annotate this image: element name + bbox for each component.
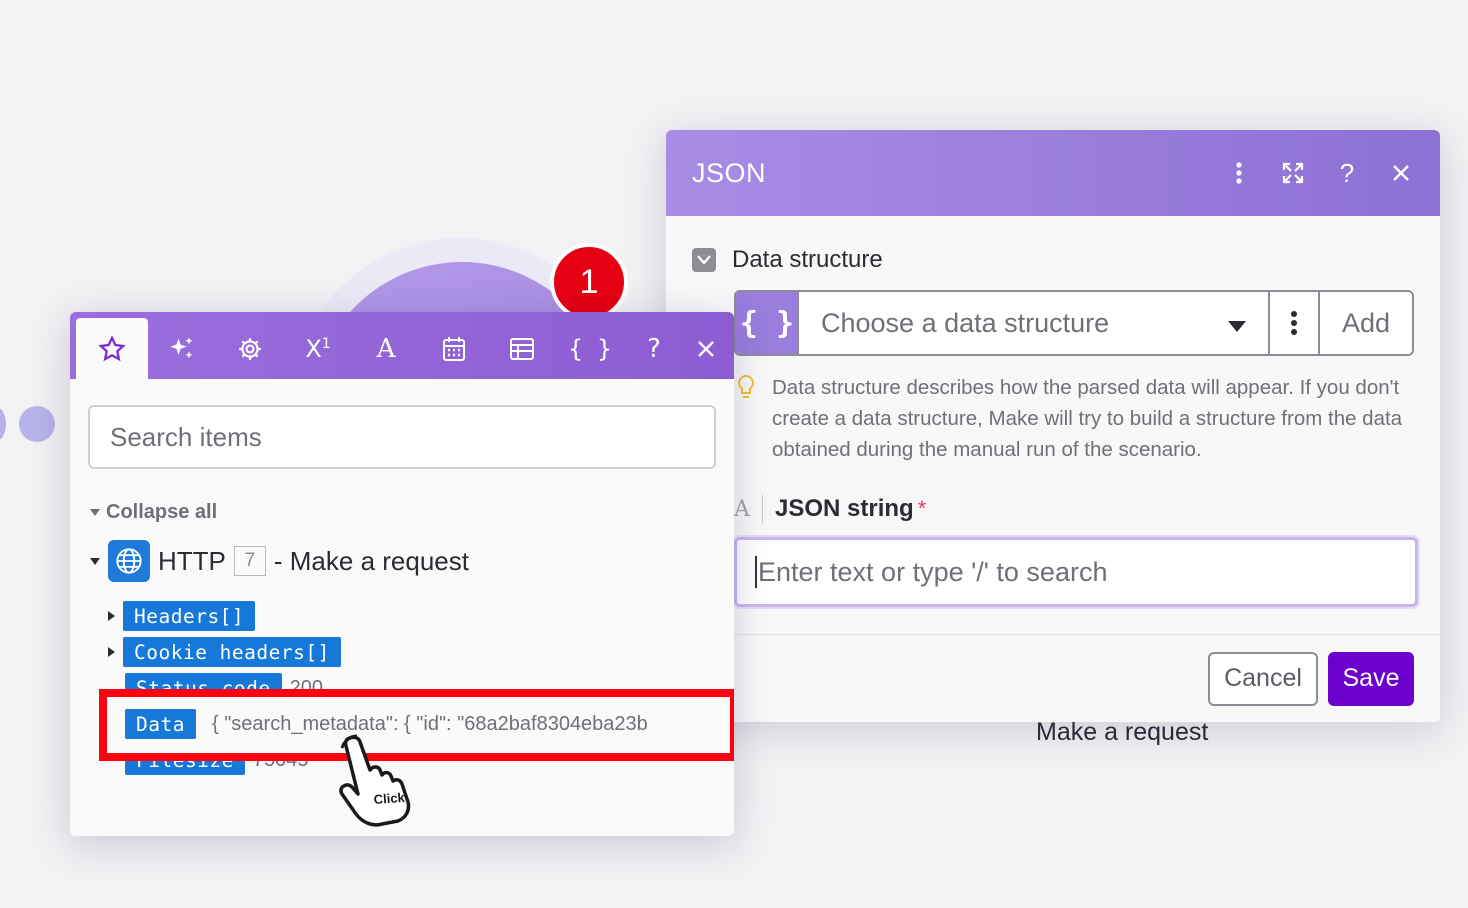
background-module-dot bbox=[0, 407, 6, 441]
close-icon bbox=[698, 340, 714, 357]
json-string-input[interactable]: Enter text or type '/' to search bbox=[734, 537, 1418, 607]
tab-array-functions[interactable] bbox=[488, 318, 556, 379]
list-item[interactable]: Headers[] bbox=[108, 601, 256, 631]
braces-icon: { } bbox=[736, 292, 798, 354]
tab-ai[interactable] bbox=[148, 318, 216, 379]
json-string-placeholder: Enter text or type '/' to search bbox=[758, 556, 1108, 587]
module-tree-header[interactable]: HTTP 7 - Make a request bbox=[90, 540, 734, 582]
globe-icon bbox=[108, 540, 150, 582]
mapping-toolbar: X1 A { } ? bbox=[70, 312, 734, 379]
close-icon[interactable] bbox=[1388, 160, 1414, 186]
collapse-all-button[interactable]: Collapse all bbox=[90, 501, 734, 524]
lightbulb-icon bbox=[736, 372, 758, 465]
json-string-label: JSON string bbox=[775, 495, 914, 522]
module-app-name: HTTP bbox=[158, 545, 226, 576]
collapse-caret-icon bbox=[90, 509, 100, 516]
text-type-icon: A bbox=[734, 496, 750, 522]
background-connector-dot bbox=[19, 406, 55, 442]
item-pill[interactable]: Cookie headers[] bbox=[123, 637, 341, 667]
help-icon: ? bbox=[647, 333, 661, 364]
required-marker: * bbox=[917, 496, 927, 521]
module-label: Make a request bbox=[1036, 718, 1209, 746]
item-pill[interactable]: Data bbox=[125, 709, 196, 739]
dialog-header: JSON ? bbox=[666, 130, 1440, 216]
cancel-button[interactable]: Cancel bbox=[1208, 651, 1318, 706]
expand-caret-icon bbox=[108, 611, 115, 621]
module-number: 7 bbox=[233, 546, 266, 576]
tab-date-functions[interactable] bbox=[420, 318, 488, 379]
dropdown-caret-icon bbox=[1228, 308, 1246, 339]
dialog-title: JSON bbox=[692, 157, 767, 188]
text-caret bbox=[755, 556, 757, 588]
data-structure-control: { } Choose a data structure Add bbox=[734, 290, 1414, 356]
search-items-input[interactable]: Search items bbox=[88, 405, 716, 469]
data-structure-select[interactable]: Choose a data structure bbox=[798, 292, 1268, 354]
expand-caret-icon bbox=[108, 647, 115, 657]
list-item[interactable]: Cookie headers[] bbox=[108, 637, 341, 667]
tab-text-functions[interactable]: A bbox=[352, 318, 420, 379]
add-data-structure-button[interactable]: Add bbox=[1318, 292, 1412, 354]
operation-count-badge: 1 bbox=[550, 243, 628, 321]
star-icon bbox=[98, 334, 126, 361]
text-icon: A bbox=[376, 333, 396, 364]
svg-text:Click: Click bbox=[373, 790, 406, 807]
calendar-icon bbox=[443, 336, 465, 361]
item-pill[interactable]: Headers[] bbox=[123, 601, 256, 631]
json-module-dialog: JSON ? Data structure { } Choose a data … bbox=[666, 130, 1440, 722]
tab-math-functions[interactable]: X1 bbox=[284, 318, 352, 379]
dialog-footer: Cancel Save bbox=[734, 634, 1440, 722]
tab-json-functions[interactable]: { } bbox=[556, 318, 624, 379]
mapping-help-button[interactable]: ? bbox=[630, 318, 678, 379]
gear-icon bbox=[239, 337, 261, 360]
tab-favorites[interactable] bbox=[76, 318, 148, 379]
sparkle-icon bbox=[170, 336, 193, 358]
item-value: { "search_metadata": { "id": "68a2baf830… bbox=[211, 712, 648, 735]
data-structure-hint: Data structure describes how the parsed … bbox=[772, 376, 1403, 461]
tab-general-functions[interactable] bbox=[216, 318, 284, 379]
save-button[interactable]: Save bbox=[1328, 651, 1414, 706]
expand-icon[interactable] bbox=[1280, 160, 1306, 186]
help-icon[interactable]: ? bbox=[1334, 158, 1360, 188]
data-structure-more-button[interactable] bbox=[1268, 292, 1318, 354]
table-icon bbox=[510, 337, 534, 360]
superscript-icon: X1 bbox=[305, 334, 331, 363]
module-description: - Make a request bbox=[273, 545, 469, 576]
more-vertical-icon[interactable] bbox=[1226, 160, 1252, 186]
braces-icon: { } bbox=[568, 334, 612, 363]
mapping-close-button[interactable] bbox=[678, 318, 734, 379]
data-structure-toggle[interactable] bbox=[692, 248, 716, 272]
more-vertical-icon bbox=[1291, 311, 1297, 335]
hand-cursor-icon: Click bbox=[330, 732, 426, 828]
data-structure-label: Data structure bbox=[732, 246, 883, 273]
expand-caret-icon bbox=[90, 557, 100, 565]
